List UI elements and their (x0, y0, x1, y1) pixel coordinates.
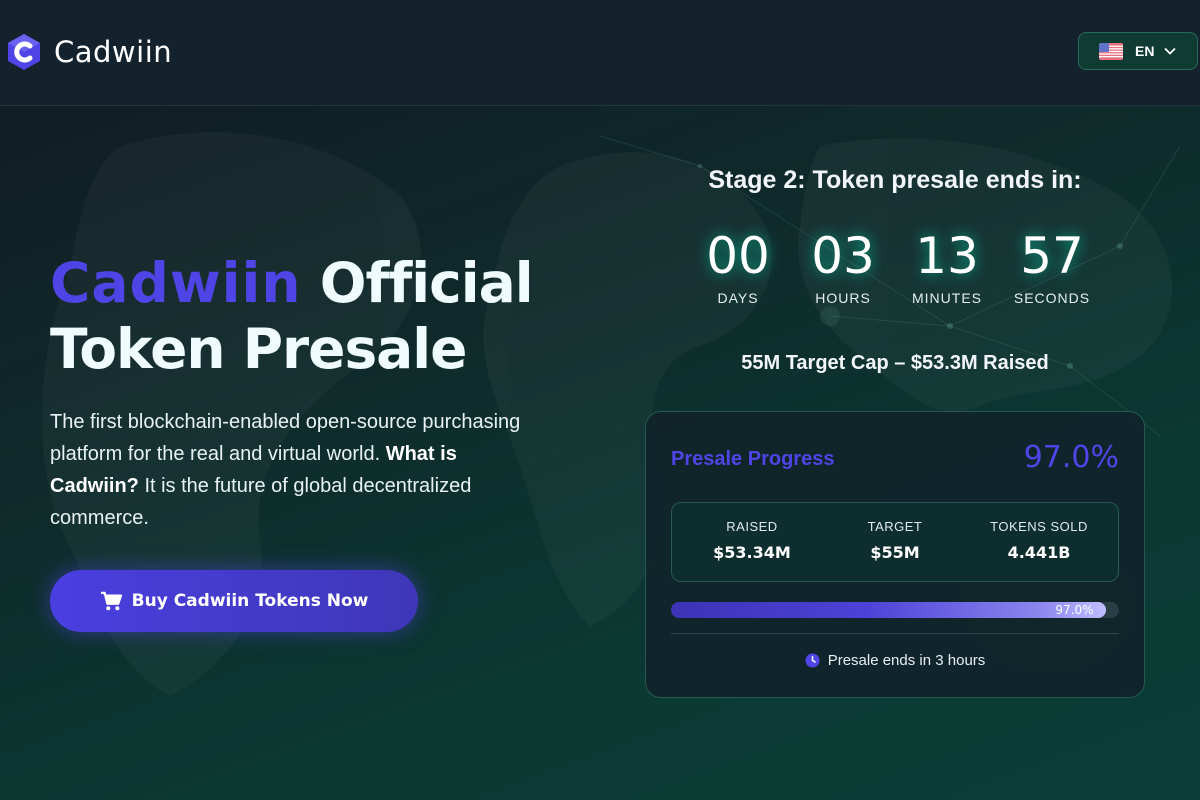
hero-brand-word: Cadwiin (50, 251, 302, 315)
stat-raised: RAISED $53.34M (677, 519, 827, 562)
buy-tokens-label: Buy Cadwiin Tokens Now (131, 591, 369, 611)
presale-stage-title: Stage 2: Token presale ends in: (708, 166, 1082, 194)
hero-title-line2: Token Presale (50, 317, 467, 381)
presale-ends-row: Presale ends in 3 hours (646, 652, 1144, 669)
hero-title: Cadwiin Official Token Presale (50, 250, 534, 382)
presale-progress-bar-label: 97.0% (1055, 603, 1094, 617)
presale-progress-title: Presale Progress (671, 448, 835, 470)
presale-progress-card: Presale Progress 97.0% RAISED $53.34M TA… (645, 411, 1145, 698)
clock-icon (805, 653, 820, 668)
countdown-hours-value: 03 (811, 227, 875, 285)
presale-progress-bar: 97.0% (671, 602, 1119, 618)
stat-target: TARGET $55M (820, 519, 970, 562)
hero-title-official: Official (319, 251, 534, 315)
stat-tokens-sold-label: TOKENS SOLD (990, 519, 1088, 534)
countdown-minutes: 13 MINUTES (892, 228, 1002, 306)
language-label: EN (1135, 43, 1155, 59)
top-header: Cadwiin EN (0, 0, 1200, 106)
stat-target-value: $55M (870, 543, 920, 562)
hero-description: The first blockchain-enabled open-source… (50, 406, 540, 534)
presale-progress-percent: 97.0% (1023, 440, 1119, 475)
presale-ends-text: Presale ends in 3 hours (827, 652, 986, 669)
countdown-hours: 03 HOURS (788, 228, 898, 306)
stat-target-label: TARGET (867, 519, 923, 534)
presale-progress-fill: 97.0% (671, 602, 1106, 618)
brand-name: Cadwiin (54, 35, 173, 69)
chevron-down-icon (1164, 47, 1177, 55)
countdown-minutes-value: 13 (915, 227, 979, 285)
countdown-days-label: DAYS (717, 290, 759, 306)
stat-raised-value: $53.34M (713, 543, 791, 562)
countdown-hours-label: HOURS (815, 290, 871, 306)
card-divider (671, 633, 1119, 634)
countdown-days-value: 00 (706, 227, 770, 285)
buy-tokens-button[interactable]: Buy Cadwiin Tokens Now (50, 570, 418, 632)
countdown-seconds-label: SECONDS (1013, 290, 1091, 306)
brand-logo[interactable]: Cadwiin (4, 32, 172, 72)
countdown-seconds: 57 SECONDS (997, 228, 1107, 306)
stat-tokens-sold-value: 4.441B (1007, 543, 1071, 562)
presale-stats: RAISED $53.34M TARGET $55M TOKENS SOLD 4… (671, 502, 1119, 582)
stat-tokens-sold: TOKENS SOLD 4.441B (964, 519, 1114, 562)
target-cap-text: 55M Target Cap – $53.3M Raised (741, 352, 1049, 374)
countdown-seconds-value: 57 (1020, 227, 1084, 285)
stat-raised-label: RAISED (726, 519, 778, 534)
us-flag-icon (1099, 42, 1123, 60)
cadwiin-logo-icon (8, 34, 40, 70)
language-selector[interactable]: EN (1078, 32, 1198, 70)
countdown-minutes-label: MINUTES (912, 290, 982, 306)
cart-icon (100, 591, 122, 611)
countdown-days: 00 DAYS (683, 228, 793, 306)
